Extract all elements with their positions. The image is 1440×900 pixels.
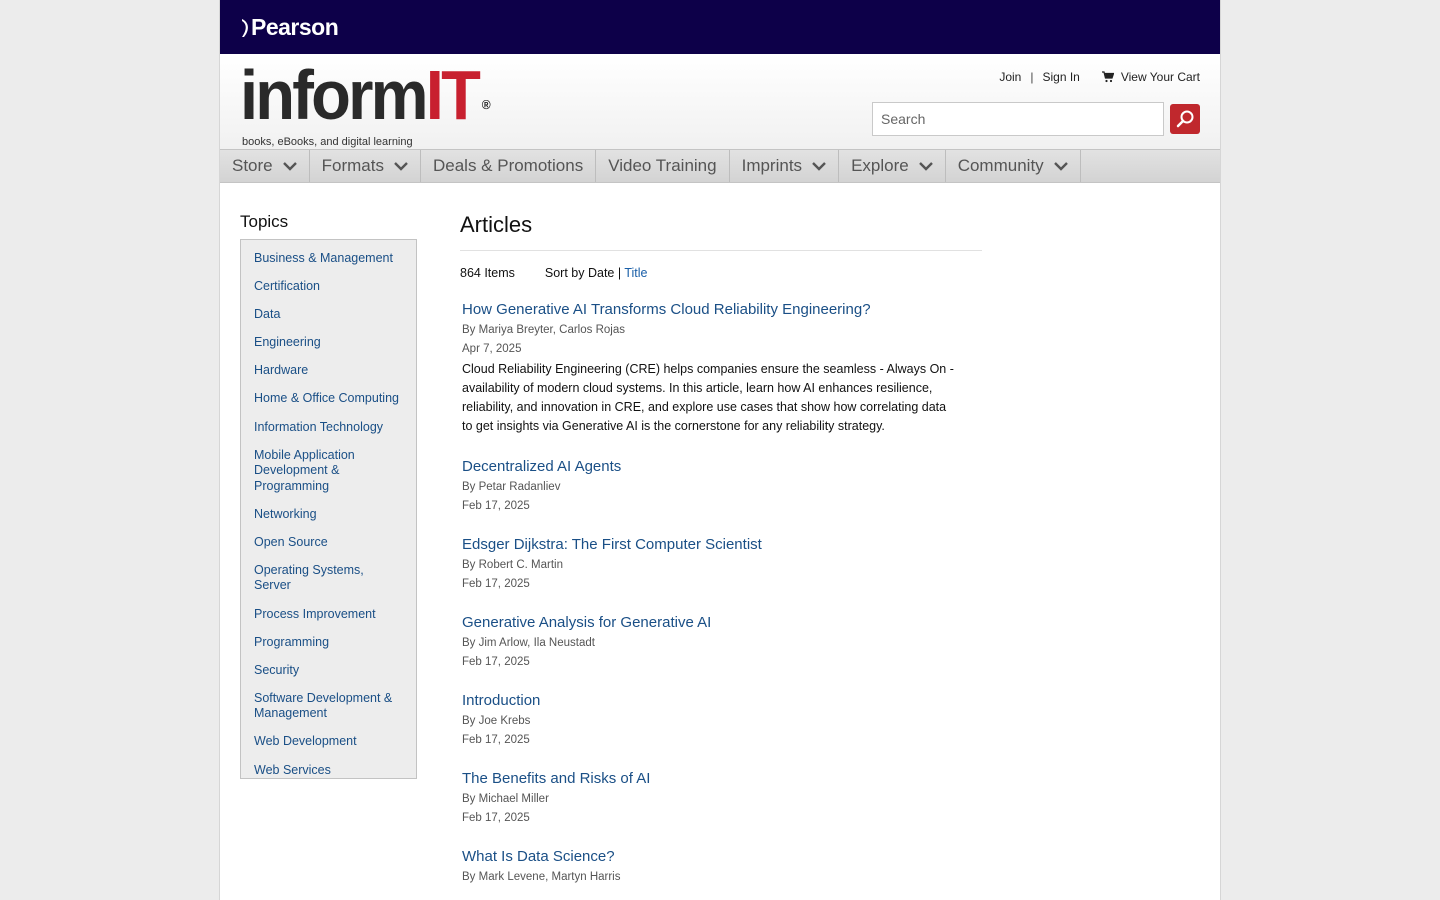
view-cart-link[interactable]: View Your Cart xyxy=(1101,70,1200,84)
site-header: inform IT ® books, eBooks, and digital lea… xyxy=(220,54,1220,149)
chevron-down-icon xyxy=(1053,162,1068,171)
list-item: Generative Analysis for Generative AI By… xyxy=(460,614,982,670)
pearson-mark-icon xyxy=(242,18,248,37)
article-author: By Mark Levene, Martyn Harris xyxy=(462,871,621,883)
nav-explore-label: Explore xyxy=(851,156,909,175)
nav-formats-label: Formats xyxy=(321,156,384,175)
article-title-link[interactable]: The Benefits and Risks of AI xyxy=(462,770,982,788)
search-button[interactable] xyxy=(1170,104,1200,134)
list-item: Decentralized AI Agents By Petar Radanli… xyxy=(460,458,982,514)
search-icon xyxy=(1176,110,1194,128)
topic-web-services[interactable]: Web Services xyxy=(254,763,403,779)
nav-video-label: Video Training xyxy=(608,156,717,175)
informit-logo[interactable]: inform IT ® books, eBooks, and digital lea… xyxy=(240,56,510,148)
article-author: By Mariya Breyter, Carlos Rojas xyxy=(462,324,625,336)
topic-programming[interactable]: Programming xyxy=(254,635,403,651)
logo-inform: inform xyxy=(240,56,429,134)
article-author: By Petar Radanliev xyxy=(462,481,561,493)
topic-mobile-app-development[interactable]: Mobile Application Development & Program… xyxy=(254,448,403,495)
sort-separator: | xyxy=(617,266,622,280)
nav-deals-label: Deals & Promotions xyxy=(432,156,584,175)
article-author: By Joe Krebs xyxy=(462,715,531,727)
topic-hardware[interactable]: Hardware xyxy=(254,363,403,379)
nav-deals-promotions[interactable]: Deals & Promotions xyxy=(421,150,597,182)
article-date: Feb 17, 2025 xyxy=(462,500,530,512)
list-item: Edsger Dijkstra: The First Computer Scie… xyxy=(460,536,982,592)
pearson-logo-text: Pearson xyxy=(251,14,339,40)
topics-heading: Topics xyxy=(240,212,289,231)
logo-wordmark: inform IT ® xyxy=(240,56,491,136)
article-author: By Robert C. Martin xyxy=(462,559,563,571)
chevron-down-icon xyxy=(394,162,408,171)
nav-community-label: Community xyxy=(957,156,1044,175)
nav-explore[interactable]: Explore xyxy=(839,150,946,182)
topic-networking[interactable]: Networking xyxy=(254,507,403,523)
nav-imprints-label: Imprints xyxy=(741,156,803,175)
nav-formats[interactable]: Formats xyxy=(310,150,421,182)
article-date: Apr 7, 2025 xyxy=(462,343,522,355)
topic-home-office-computing[interactable]: Home & Office Computing xyxy=(254,391,403,407)
sort-controls: Sort by Date | Title xyxy=(545,266,648,280)
topic-security[interactable]: Security xyxy=(254,663,403,679)
article-title-link[interactable]: How Generative AI Transforms Cloud Relia… xyxy=(462,301,982,319)
sort-by-date[interactable]: Sort by Date xyxy=(545,266,614,280)
article-title-link[interactable]: Decentralized AI Agents xyxy=(462,458,982,476)
search-bar xyxy=(872,102,1200,136)
article-title-link[interactable]: What Is Data Science? xyxy=(462,848,982,866)
nav-community[interactable]: Community xyxy=(946,150,1081,182)
topic-business-management[interactable]: Business & Management xyxy=(254,251,403,267)
nav-video-training[interactable]: Video Training xyxy=(596,150,730,182)
logo-it: IT xyxy=(425,56,481,134)
article-title-link[interactable]: Edsger Dijkstra: The First Computer Scie… xyxy=(462,536,982,554)
list-item: The Benefits and Risks of AI By Michael … xyxy=(460,770,982,826)
list-item: What Is Data Science? By Mark Levene, Ma… xyxy=(460,848,982,885)
article-title-link[interactable]: Introduction xyxy=(462,692,982,710)
article-author: By Michael Miller xyxy=(462,793,549,805)
list-item: How Generative AI Transforms Cloud Relia… xyxy=(460,301,982,436)
topic-process-improvement[interactable]: Process Improvement xyxy=(254,607,403,623)
account-links: Join | Sign In View Your Cart xyxy=(999,70,1200,84)
view-cart-label: View Your Cart xyxy=(1120,70,1200,84)
items-count: 864 Items xyxy=(460,266,515,280)
list-item: Introduction By Joe Krebs Feb 17, 2025 xyxy=(460,692,982,748)
topic-open-source[interactable]: Open Source xyxy=(254,535,403,551)
list-meta: 864 Items Sort by Date | Title xyxy=(460,266,982,280)
chevron-down-icon xyxy=(282,162,297,171)
topic-information-technology[interactable]: Information Technology xyxy=(254,420,403,436)
articles-main: Articles 864 Items Sort by Date | Title … xyxy=(460,212,982,885)
topic-certification[interactable]: Certification xyxy=(254,279,403,295)
topic-operating-systems-server[interactable]: Operating Systems, Server xyxy=(254,563,403,594)
nav-imprints[interactable]: Imprints xyxy=(730,150,840,182)
sort-by-title-link[interactable]: Title xyxy=(624,266,647,280)
nav-store[interactable]: Store xyxy=(220,150,310,182)
topics-list: Business & Management Certification Data… xyxy=(240,239,417,779)
join-link[interactable]: Join xyxy=(999,70,1021,84)
topic-engineering[interactable]: Engineering xyxy=(254,335,403,351)
logo-tagline: books, eBooks, and digital learning xyxy=(242,136,413,148)
article-date: Feb 17, 2025 xyxy=(462,656,530,668)
sign-in-link[interactable]: Sign In xyxy=(1042,70,1079,84)
article-title-link[interactable]: Generative Analysis for Generative AI xyxy=(462,614,982,632)
article-date: Feb 17, 2025 xyxy=(462,734,530,746)
logo-registered: ® xyxy=(481,97,491,112)
article-author: By Jim Arlow, Ila Neustadt xyxy=(462,637,595,649)
article-date: Feb 17, 2025 xyxy=(462,578,530,590)
nav-store-label: Store xyxy=(232,156,273,175)
pearson-logo[interactable]: Pearson xyxy=(241,14,339,41)
account-separator: | xyxy=(1030,70,1034,84)
article-description: Cloud Reliability Engineering (CRE) help… xyxy=(462,362,954,433)
pearson-bar: Pearson xyxy=(220,0,1220,54)
topic-software-development-management[interactable]: Software Development & Management xyxy=(254,691,403,722)
topic-data[interactable]: Data xyxy=(254,307,403,323)
chevron-down-icon xyxy=(812,162,826,171)
search-input[interactable] xyxy=(872,102,1164,136)
article-date: Feb 17, 2025 xyxy=(462,812,530,824)
chevron-down-icon xyxy=(918,162,933,171)
page-title: Articles xyxy=(460,212,982,251)
page: Pearson inform IT ® books, eBooks, and dig… xyxy=(219,0,1221,900)
cart-icon xyxy=(1101,71,1114,83)
topic-web-development[interactable]: Web Development xyxy=(254,734,403,750)
main-nav: Store Formats Deals & Promotions Video T… xyxy=(220,149,1220,183)
